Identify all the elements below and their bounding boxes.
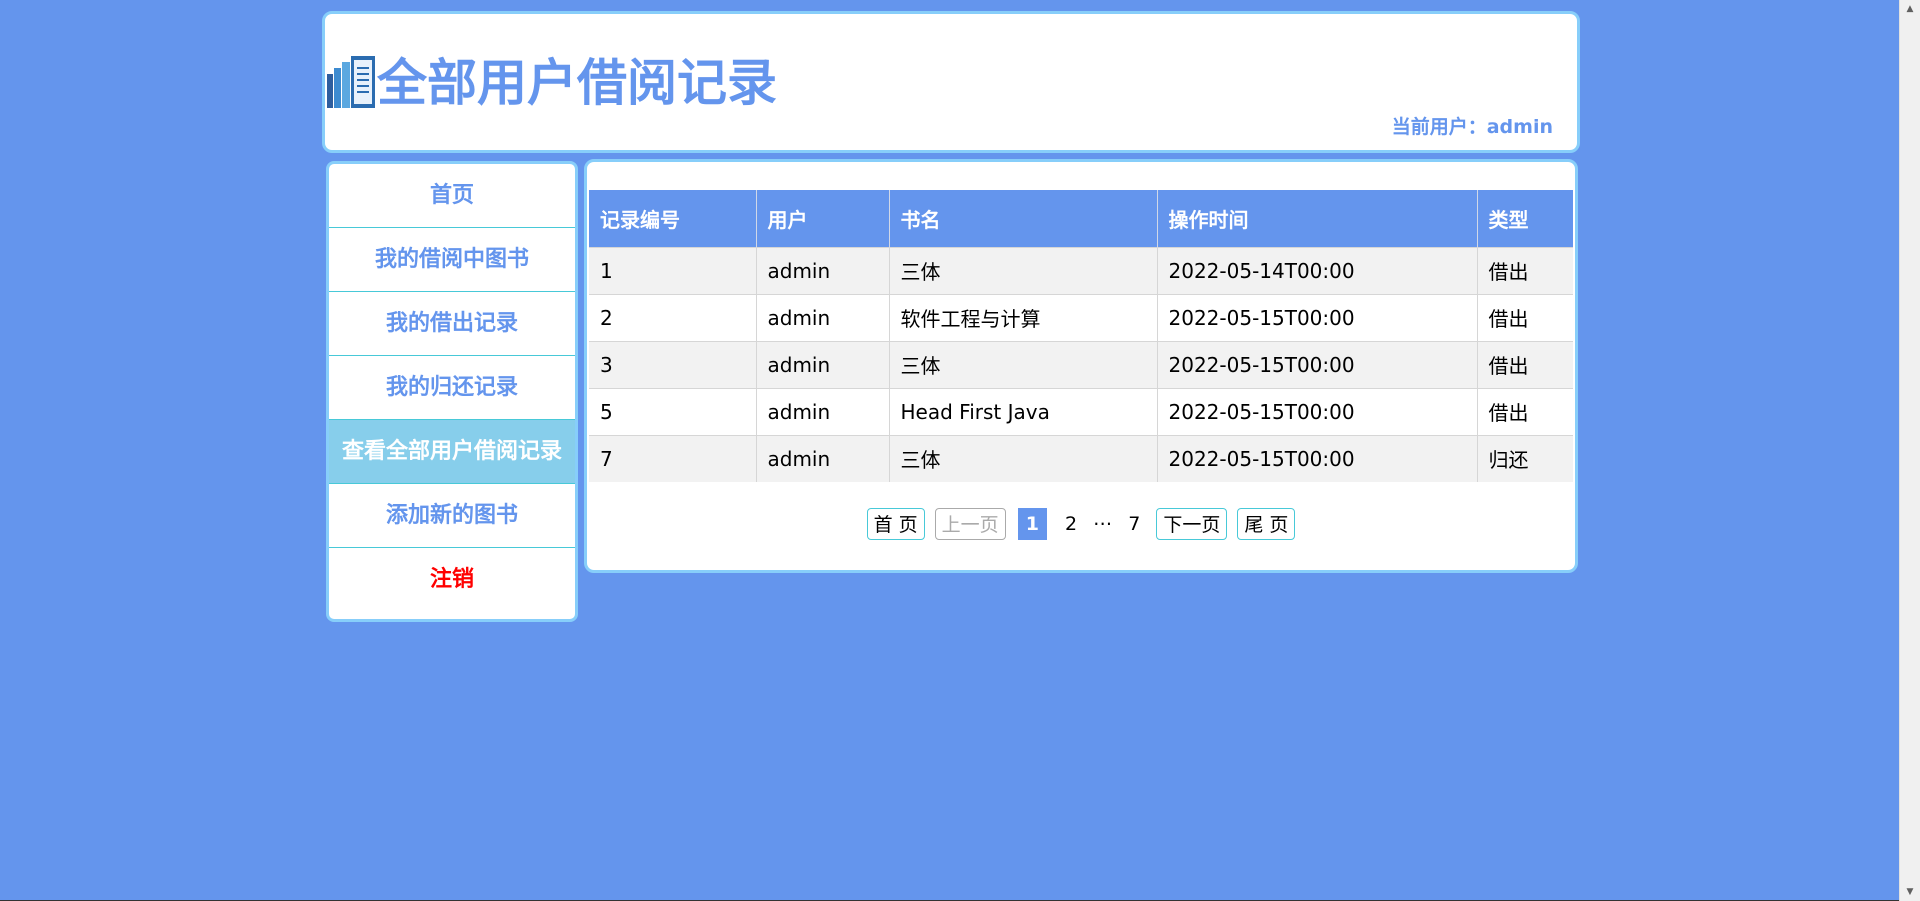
sidebar-item-logout[interactable]: 注销 — [329, 548, 575, 612]
page-header: 全部用户借阅记录 当前用户：admin — [322, 11, 1580, 153]
table-row: 2 admin 软件工程与计算 2022-05-15T00:00 借出 — [589, 293, 1573, 341]
cell-record-id: 1 — [589, 246, 757, 294]
cell-book-name: 三体 — [889, 434, 1158, 482]
cell-user: admin — [756, 246, 890, 294]
main-content: 记录编号 用户 书名 操作时间 类型 1 admin 三体 2022-05-14… — [584, 159, 1578, 573]
cell-operation-time: 2022-05-15T00:00 — [1157, 434, 1478, 482]
cell-type: 借出 — [1477, 293, 1573, 341]
table-header-row: 记录编号 用户 书名 操作时间 类型 — [589, 190, 1573, 247]
page-7-link[interactable]: 7 — [1120, 508, 1148, 540]
column-header-operation-time: 操作时间 — [1157, 190, 1478, 247]
scroll-up-arrow-icon[interactable]: ▲ — [1900, 0, 1920, 18]
cell-record-id: 7 — [589, 434, 757, 482]
column-header-type: 类型 — [1477, 190, 1573, 247]
cell-book-name: 软件工程与计算 — [889, 293, 1158, 341]
current-user-label: 当前用户：admin — [1391, 116, 1553, 138]
cell-user: admin — [756, 434, 890, 482]
cell-operation-time: 2022-05-15T00:00 — [1157, 340, 1478, 388]
cell-type: 归还 — [1477, 434, 1573, 482]
next-page-button[interactable]: 下一页 — [1156, 508, 1228, 540]
sidebar-item-my-borrowing-books[interactable]: 我的借阅中图书 — [329, 228, 575, 292]
prev-page-button: 上一页 — [934, 508, 1006, 540]
cell-user: admin — [756, 387, 890, 435]
cell-record-id: 3 — [589, 340, 757, 388]
table-row: 1 admin 三体 2022-05-14T00:00 借出 — [589, 246, 1573, 294]
pagination: 首 页 上一页 1 2 … 7 下一页 尾 页 — [587, 508, 1575, 540]
table-row: 3 admin 三体 2022-05-15T00:00 借出 — [589, 340, 1573, 388]
page-title: 全部用户借阅记录 — [377, 54, 777, 112]
cell-record-id: 5 — [589, 387, 757, 435]
scroll-down-arrow-icon[interactable]: ▼ — [1900, 883, 1920, 901]
cell-user: admin — [756, 340, 890, 388]
page-1-current: 1 — [1017, 508, 1047, 540]
sidebar-item-add-book[interactable]: 添加新的图书 — [329, 484, 575, 548]
cell-operation-time: 2022-05-15T00:00 — [1157, 387, 1478, 435]
column-header-book-name: 书名 — [889, 190, 1158, 247]
pagination-ellipsis: … — [1093, 508, 1113, 530]
cell-book-name: Head First Java — [889, 387, 1158, 435]
cell-book-name: 三体 — [889, 246, 1158, 294]
sidebar-item-my-borrow-records[interactable]: 我的借出记录 — [329, 292, 575, 356]
table-row: 7 admin 三体 2022-05-15T00:00 归还 — [589, 434, 1573, 482]
first-page-button[interactable]: 首 页 — [866, 508, 925, 540]
cell-type: 借出 — [1477, 340, 1573, 388]
sidebar-nav: 首页 我的借阅中图书 我的借出记录 我的归还记录 查看全部用户借阅记录 添加新的… — [326, 161, 578, 622]
cell-operation-time: 2022-05-15T00:00 — [1157, 293, 1478, 341]
records-table: 记录编号 用户 书名 操作时间 类型 1 admin 三体 2022-05-14… — [589, 190, 1573, 482]
vertical-scrollbar[interactable]: ▲ ▼ — [1899, 0, 1920, 901]
column-header-record-id: 记录编号 — [589, 190, 757, 247]
last-page-button[interactable]: 尾 页 — [1237, 508, 1296, 540]
sidebar-item-my-return-records[interactable]: 我的归还记录 — [329, 356, 575, 420]
library-books-icon — [327, 56, 375, 108]
cell-operation-time: 2022-05-14T00:00 — [1157, 246, 1478, 294]
cell-type: 借出 — [1477, 387, 1573, 435]
cell-user: admin — [756, 293, 890, 341]
page-2-link[interactable]: 2 — [1057, 508, 1085, 540]
sidebar-item-all-user-records[interactable]: 查看全部用户借阅记录 — [329, 420, 575, 484]
sidebar-item-home[interactable]: 首页 — [329, 164, 575, 228]
cell-record-id: 2 — [589, 293, 757, 341]
table-row: 5 admin Head First Java 2022-05-15T00:00… — [589, 387, 1573, 435]
column-header-user: 用户 — [756, 190, 890, 247]
cell-book-name: 三体 — [889, 340, 1158, 388]
cell-type: 借出 — [1477, 246, 1573, 294]
